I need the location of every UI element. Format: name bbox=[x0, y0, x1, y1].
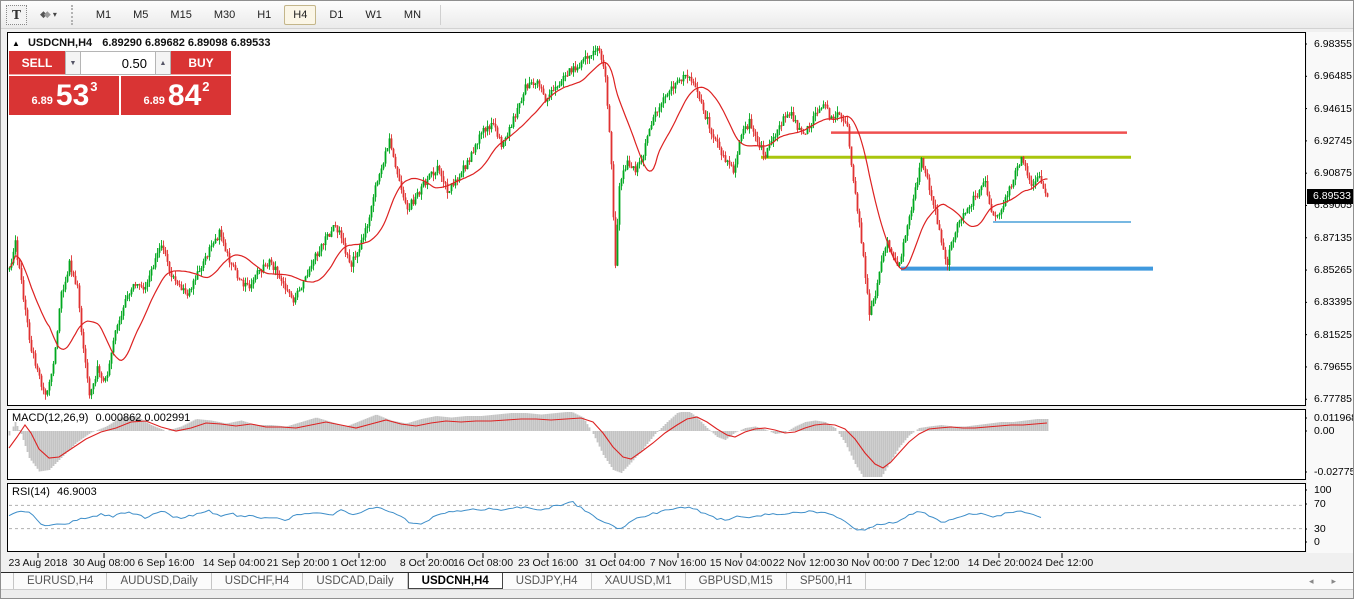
text-tool-button[interactable]: T bbox=[6, 4, 27, 25]
collapse-icon[interactable]: ▲ bbox=[12, 39, 20, 48]
current-price-tag: 6.89533 bbox=[1307, 189, 1353, 205]
toolbar: T ◆◆ ▾ M1 M5 M15 M30 H1 H4 D1 W1 MN bbox=[1, 1, 1353, 29]
chart-ohlc-values: 6.89290 6.89682 6.89098 6.89533 bbox=[102, 37, 271, 49]
volume-increase-button[interactable]: ▲ bbox=[155, 51, 171, 75]
tab-scroll-left-icon[interactable]: ◂ bbox=[1300, 576, 1323, 587]
bid-price-pip: 3 bbox=[90, 79, 98, 94]
chevron-down-icon: ▾ bbox=[52, 10, 57, 19]
chart-tab-sp500-h1[interactable]: SP500,H1 bbox=[787, 573, 867, 589]
date-axis-label: 24 Dec 12:00 bbox=[1030, 557, 1094, 569]
ask-price-big: 84 bbox=[167, 78, 202, 112]
chart-tab-gbpusd-m15[interactable]: GBPUSD,M15 bbox=[686, 573, 787, 589]
macd-name: MACD(12,26,9) bbox=[12, 412, 89, 424]
timeframe-button-h4[interactable]: H4 bbox=[284, 4, 317, 25]
date-axis-label: 30 Nov 00:00 bbox=[836, 557, 900, 569]
price-axis-label: 6.81525 bbox=[1314, 328, 1352, 341]
toolbar-grip bbox=[70, 4, 76, 25]
sell-button[interactable]: SELL bbox=[9, 51, 65, 75]
ask-price-prefix: 6.89 bbox=[143, 94, 165, 107]
sell-price-button[interactable]: 6.89 53 3 bbox=[9, 76, 119, 115]
date-axis-label: 14 Dec 20:00 bbox=[967, 557, 1031, 569]
price-axis-label: 6.83395 bbox=[1314, 296, 1352, 309]
timeframe-button-mn[interactable]: MN bbox=[395, 5, 430, 25]
rsi-panel bbox=[7, 483, 1306, 552]
date-axis-label: 7 Dec 12:00 bbox=[902, 557, 960, 569]
diamond-icon: ◆◆ bbox=[40, 9, 51, 19]
macd-panel bbox=[7, 409, 1306, 480]
status-bar bbox=[1, 589, 1353, 598]
timeframe-button-w1[interactable]: W1 bbox=[356, 5, 391, 25]
chart-tab-bar: EURUSD,H4 AUDUSD,Daily USDCHF,H4 USDCAD,Dai… bbox=[1, 572, 1353, 589]
timeframe-button-m30[interactable]: M30 bbox=[205, 5, 244, 25]
arrows-tool-button[interactable]: ◆◆ ▾ bbox=[40, 9, 57, 20]
chart-tab-usdcad-daily[interactable]: USDCAD,Daily bbox=[303, 573, 408, 589]
chart-symbol-label: USDCNH,H4 bbox=[27, 37, 93, 49]
chart-tab-usdcnh-h4[interactable]: USDCNH,H4 bbox=[407, 573, 503, 589]
date-axis-label: 30 Aug 08:00 bbox=[73, 557, 135, 569]
rsi-label: RSI(14) 46.9003 bbox=[12, 486, 97, 498]
ask-price-pip: 2 bbox=[202, 79, 210, 94]
timeframe-button-h1[interactable]: H1 bbox=[248, 5, 280, 25]
toolbar-separator bbox=[440, 4, 442, 25]
macd-axis-label: 0.00 bbox=[1314, 425, 1335, 437]
price-axis-label: 6.92745 bbox=[1314, 134, 1352, 147]
chart-tab-audusd-daily[interactable]: AUDUSD,Daily bbox=[107, 573, 212, 589]
date-axis-label: 21 Sep 20:00 bbox=[266, 557, 330, 569]
price-axis-label: 6.79655 bbox=[1314, 360, 1352, 373]
rsi-axis-label: 100 bbox=[1314, 484, 1332, 496]
chart-tab-usdjpy-h4[interactable]: USDJPY,H4 bbox=[503, 573, 592, 589]
buy-price-button[interactable]: 6.89 84 2 bbox=[121, 76, 231, 115]
chart-title: ▲ USDCNH,H4 6.89290 6.89682 6.89098 6.89… bbox=[12, 37, 270, 49]
tab-bar-notch bbox=[1, 573, 14, 589]
tab-scroll-right-icon[interactable]: ▸ bbox=[1322, 576, 1345, 587]
chart-tab-xauusd-m1[interactable]: XAUUSD,M1 bbox=[592, 573, 686, 589]
chart-tab-eurusd-h4[interactable]: EURUSD,H4 bbox=[14, 573, 108, 589]
price-axis-label: 6.98355 bbox=[1314, 38, 1352, 50]
date-axis-label: 23 Aug 2018 bbox=[8, 557, 68, 569]
timeframe-button-m15[interactable]: M15 bbox=[161, 5, 200, 25]
price-axis-label: 6.85265 bbox=[1314, 264, 1352, 277]
timeframe-button-d1[interactable]: D1 bbox=[320, 5, 352, 25]
tab-scroll-arrows: ◂ ▸ bbox=[1300, 573, 1353, 589]
price-axis-label: 6.87135 bbox=[1314, 231, 1352, 244]
price-axis-label: 6.96485 bbox=[1314, 70, 1352, 83]
date-axis-label: 14 Sep 04:00 bbox=[202, 557, 266, 569]
date-axis-label: 16 Oct 08:00 bbox=[452, 557, 514, 569]
price-axis: 6.89533 6.98355 6.96485 6.94615 6.92745 6.90… bbox=[1307, 32, 1354, 553]
date-axis-label: 31 Oct 04:00 bbox=[584, 557, 646, 569]
rsi-value: 46.9003 bbox=[56, 486, 97, 498]
macd-axis-label: 0.011968 bbox=[1314, 412, 1354, 424]
rsi-axis-label: 0 bbox=[1314, 536, 1320, 548]
price-axis-label: 6.94615 bbox=[1314, 102, 1352, 115]
macd-label: MACD(12,26,9) 0.000862 0.002991 bbox=[12, 412, 190, 424]
bid-price-big: 53 bbox=[55, 78, 90, 112]
date-axis-label: 8 Oct 20:00 bbox=[399, 557, 455, 569]
date-axis-label: 1 Oct 12:00 bbox=[331, 557, 387, 569]
bid-price-prefix: 6.89 bbox=[31, 94, 53, 107]
date-axis: 23 Aug 2018 30 Aug 08:00 6 Sep 16:00 14 Sep… bbox=[7, 554, 1306, 572]
timeframe-button-m5[interactable]: M5 bbox=[124, 5, 157, 25]
date-axis-label: 23 Oct 16:00 bbox=[517, 557, 579, 569]
price-axis-label: 6.90875 bbox=[1314, 167, 1352, 180]
date-axis-label: 22 Nov 12:00 bbox=[772, 557, 836, 569]
macd-axis-label: -0.027758 bbox=[1314, 466, 1353, 478]
date-axis-label: 6 Sep 16:00 bbox=[137, 557, 195, 569]
price-axis-label: 6.77785 bbox=[1314, 393, 1352, 406]
rsi-name: RSI(14) bbox=[12, 486, 50, 498]
volume-input[interactable] bbox=[81, 51, 155, 75]
mt4-window: T ◆◆ ▾ M1 M5 M15 M30 H1 H4 D1 W1 MN ▲ USDCNH,H4 … bbox=[0, 0, 1354, 599]
buy-button[interactable]: BUY bbox=[171, 51, 231, 75]
chart-tab-usdchf-h4[interactable]: USDCHF,H4 bbox=[212, 573, 304, 589]
date-axis-label: 15 Nov 04:00 bbox=[709, 557, 773, 569]
timeframe-button-m1[interactable]: M1 bbox=[87, 5, 120, 25]
one-click-trade-panel: SELL ▼ ▲ BUY 6.89 53 3 6.89 84 2 bbox=[9, 51, 231, 115]
rsi-axis-label: 70 bbox=[1314, 498, 1326, 510]
rsi-axis-label: 30 bbox=[1314, 523, 1326, 535]
tabs-holder: EURUSD,H4 AUDUSD,Daily USDCHF,H4 USDCAD,Dai… bbox=[14, 573, 867, 589]
date-axis-label: 7 Nov 16:00 bbox=[649, 557, 707, 569]
timeframe-toolbar: M1 M5 M15 M30 H1 H4 D1 W1 MN bbox=[85, 4, 432, 25]
volume-decrease-button[interactable]: ▼ bbox=[65, 51, 81, 75]
macd-values: 0.000862 0.002991 bbox=[95, 412, 191, 424]
